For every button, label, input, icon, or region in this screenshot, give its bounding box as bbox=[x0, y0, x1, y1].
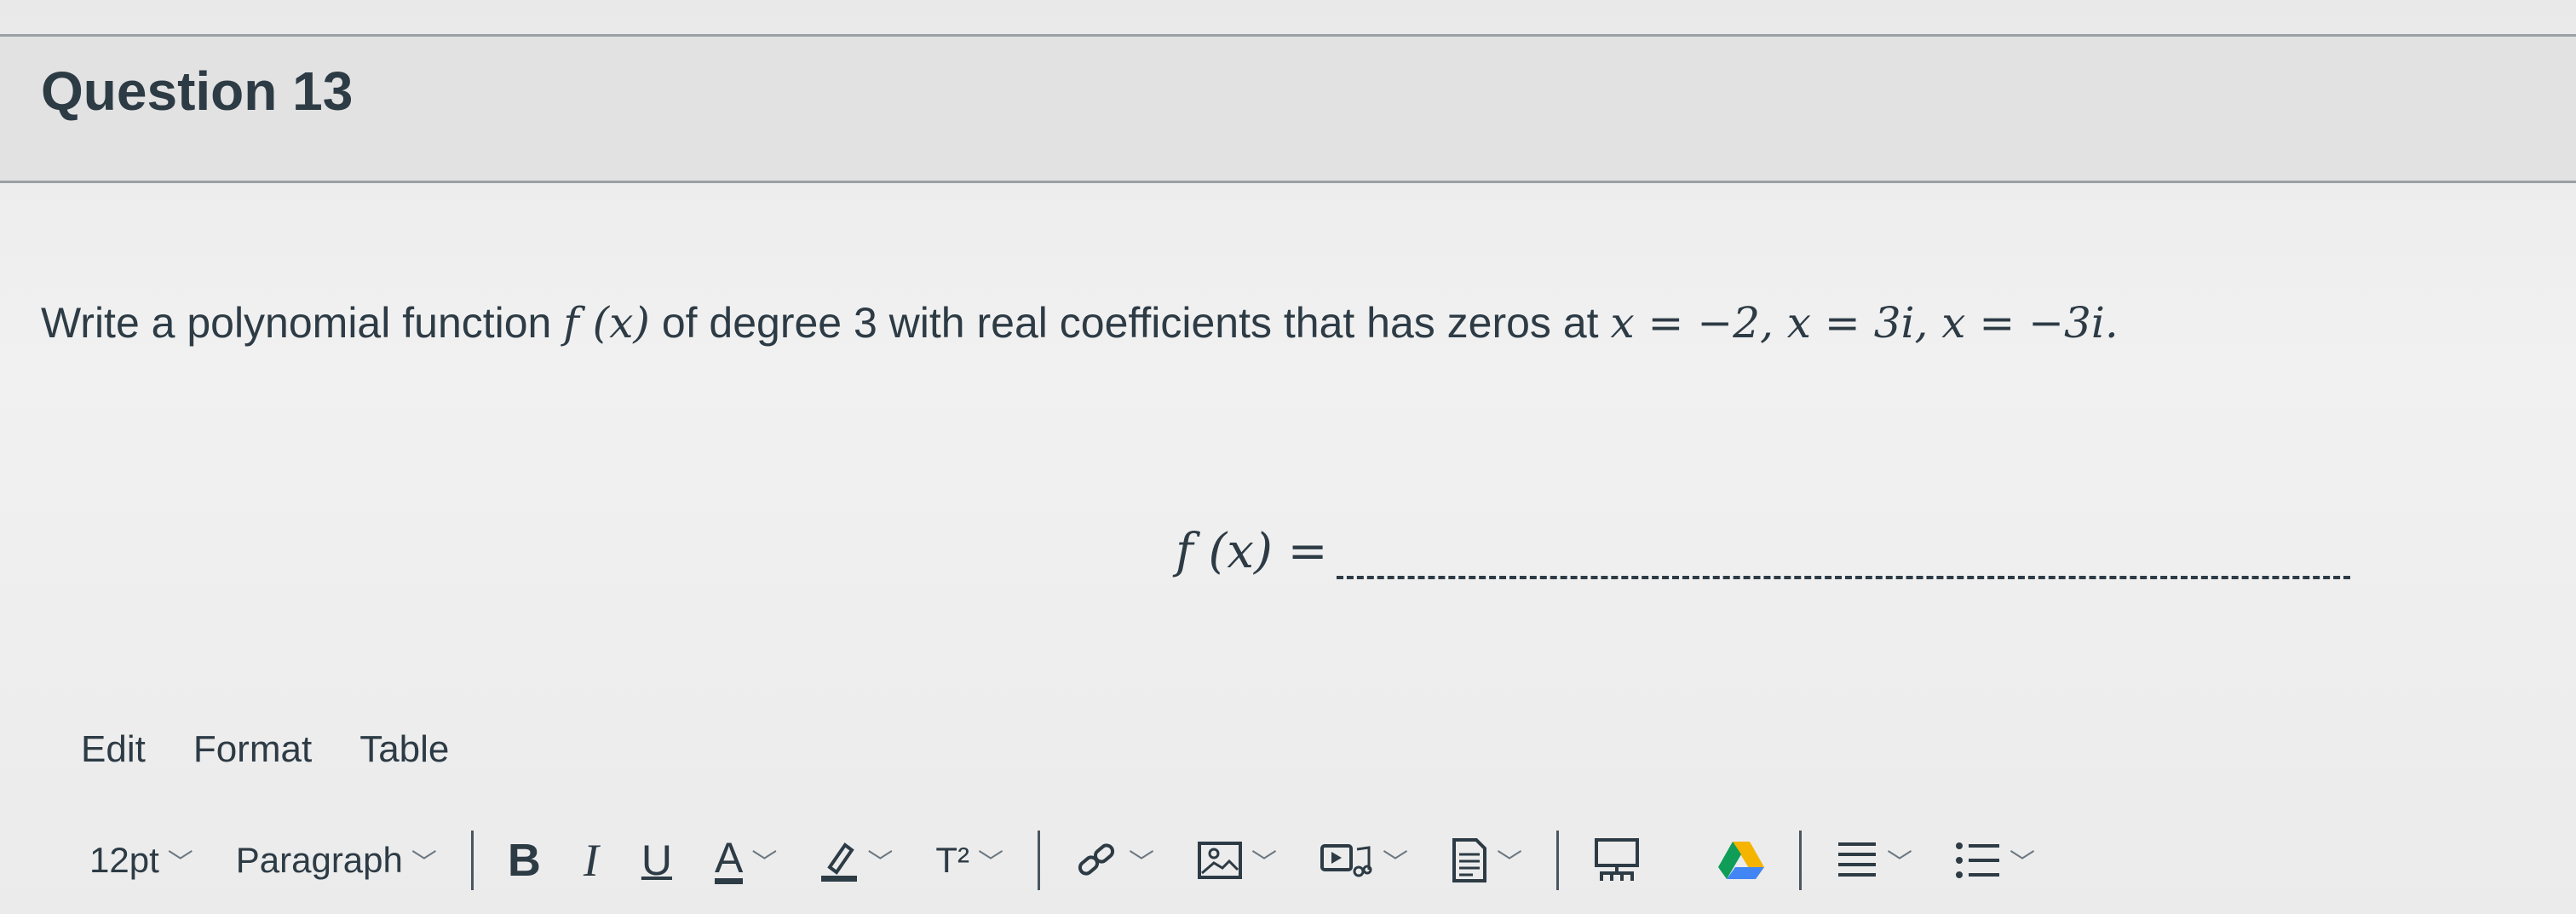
chevron-down-icon: ﹀ bbox=[751, 849, 778, 877]
link-icon bbox=[1074, 837, 1120, 883]
apps-button[interactable] bbox=[1593, 837, 1641, 883]
chevron-down-icon: ﹀ bbox=[1129, 849, 1154, 877]
question-title: Question 13 bbox=[41, 60, 354, 122]
bullet-list-icon bbox=[1955, 839, 2001, 882]
toolbar-separator bbox=[1799, 831, 1802, 890]
align-button[interactable]: ﹀ bbox=[1836, 839, 1912, 882]
bold-icon: B bbox=[507, 835, 541, 886]
question-header bbox=[0, 34, 2576, 183]
text-color-button[interactable]: A ﹀ bbox=[714, 836, 778, 884]
superscript-button[interactable]: T² ﹀ bbox=[935, 840, 1003, 881]
toolbar-separator bbox=[1556, 831, 1559, 890]
highlight-color-button[interactable]: ﹀ bbox=[819, 838, 893, 882]
menu-format[interactable]: Format bbox=[193, 728, 312, 771]
chevron-down-icon: ﹀ bbox=[1383, 849, 1408, 877]
prompt-text-mid: of degree 3 with real coefficients that … bbox=[661, 299, 1599, 347]
question-prompt: Write a polynomial function f (x) of deg… bbox=[41, 298, 2119, 348]
chevron-down-icon: ﹀ bbox=[2010, 849, 2035, 877]
font-size-value: 12pt bbox=[89, 840, 159, 880]
answer-label: f (x) = bbox=[1176, 524, 1328, 579]
toolbar-separator bbox=[470, 831, 474, 890]
image-icon bbox=[1197, 841, 1243, 880]
chevron-down-icon: ﹀ bbox=[867, 849, 894, 877]
bold-button[interactable]: B bbox=[508, 834, 541, 887]
chevron-down-icon: ﹀ bbox=[411, 849, 437, 877]
apps-plug-icon bbox=[1593, 837, 1641, 883]
editor-toolbar: 12pt ﹀ Paragraph ﹀ B I U A ﹀ ﹀ T² ﹀ ﹀ ﹀ … bbox=[89, 822, 2576, 899]
font-size-dropdown[interactable]: 12pt ﹀ bbox=[89, 840, 193, 881]
chevron-down-icon: ﹀ bbox=[1887, 849, 1912, 877]
link-button[interactable]: ﹀ bbox=[1074, 837, 1154, 883]
document-button[interactable]: ﹀ bbox=[1451, 837, 1522, 883]
document-icon bbox=[1451, 837, 1488, 883]
answer-input[interactable] bbox=[1336, 528, 2350, 579]
menu-table[interactable]: Table bbox=[359, 728, 449, 771]
italic-button[interactable]: I bbox=[584, 834, 599, 887]
answer-row: f (x) = bbox=[1176, 511, 2350, 579]
underline-icon: U bbox=[641, 836, 672, 884]
editor-menubar: Edit Format Table bbox=[81, 728, 497, 771]
prompt-text: Write a polynomial function bbox=[41, 299, 552, 347]
block-format-value: Paragraph bbox=[235, 840, 403, 880]
block-format-dropdown[interactable]: Paragraph ﹀ bbox=[236, 840, 437, 881]
menu-edit[interactable]: Edit bbox=[81, 728, 146, 771]
bullet-list-button[interactable]: ﹀ bbox=[1955, 839, 2035, 882]
underline-button[interactable]: U bbox=[641, 836, 672, 885]
highlighter-icon bbox=[819, 838, 859, 882]
chevron-down-icon: ﹀ bbox=[1251, 849, 1277, 877]
function-notation: f (x) bbox=[563, 298, 650, 348]
media-icon bbox=[1320, 841, 1374, 880]
chevron-down-icon: ﹀ bbox=[1497, 849, 1522, 877]
google-drive-button[interactable] bbox=[1717, 840, 1765, 881]
chevron-down-icon: ﹀ bbox=[978, 849, 1003, 877]
superscript-icon: T² bbox=[935, 840, 969, 880]
media-button[interactable]: ﹀ bbox=[1320, 841, 1408, 880]
zeros-expression: x = −2, x = 3i, x = −3i. bbox=[1610, 298, 2119, 348]
align-justify-icon bbox=[1836, 839, 1878, 882]
google-drive-icon bbox=[1717, 840, 1765, 881]
text-color-icon: A bbox=[714, 836, 744, 884]
chevron-down-icon: ﹀ bbox=[167, 849, 193, 877]
page: Question 13 Write a polynomial function … bbox=[0, 0, 2576, 914]
toolbar-separator bbox=[1038, 831, 1040, 890]
italic-icon: I bbox=[583, 835, 599, 886]
image-button[interactable]: ﹀ bbox=[1197, 841, 1277, 880]
